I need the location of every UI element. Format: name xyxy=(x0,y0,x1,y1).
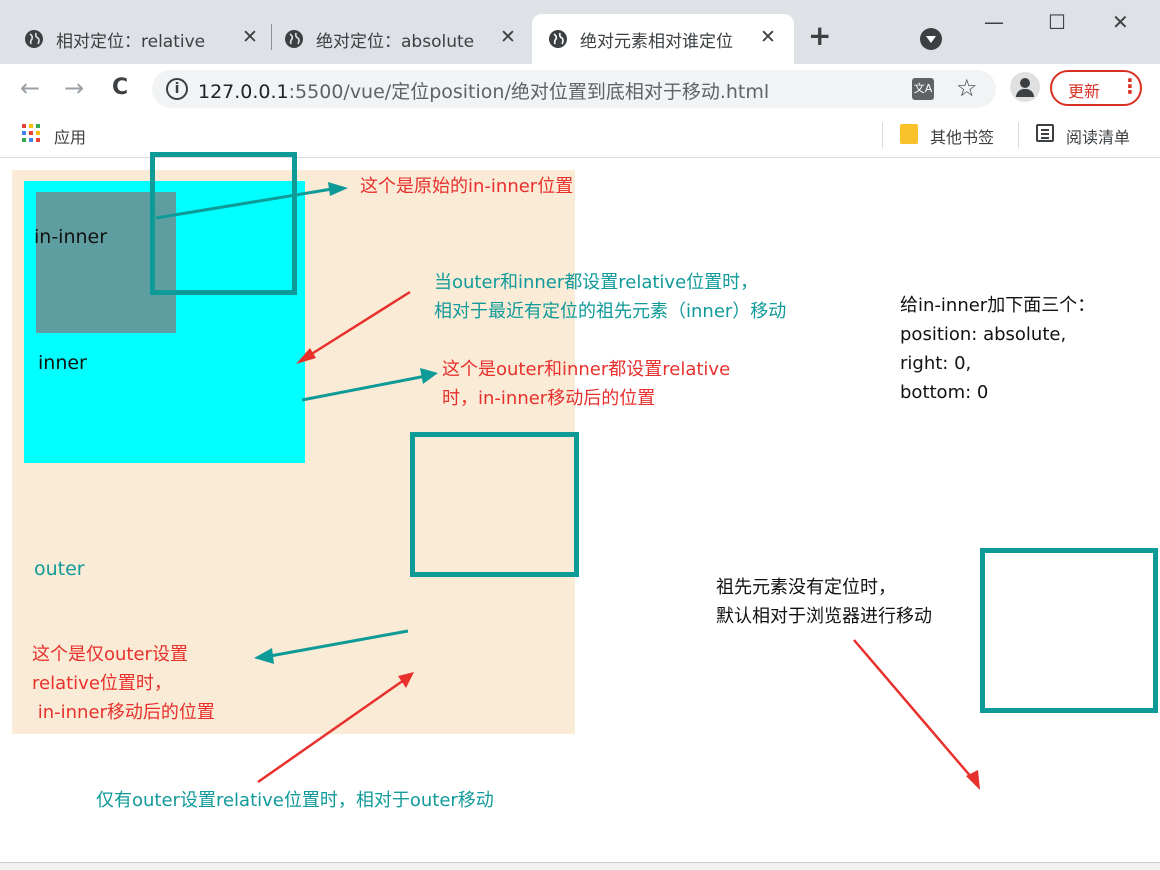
annotation-arrows xyxy=(155,182,980,790)
arrow-to-browser-frame xyxy=(853,639,973,779)
taskbar-edge xyxy=(0,862,1160,870)
arrow-to-inner-frame xyxy=(301,290,411,362)
arrow-outer-only xyxy=(269,629,409,658)
arrow-to-outer-frame xyxy=(257,678,405,784)
arrow-original xyxy=(155,184,340,220)
arrow-moved xyxy=(301,374,427,402)
